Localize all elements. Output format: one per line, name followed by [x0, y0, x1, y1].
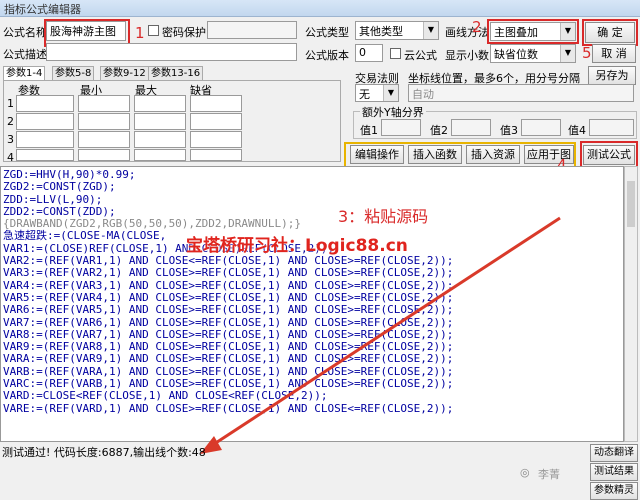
wechat-icon: ◎: [520, 466, 530, 479]
dynamic-translate-button[interactable]: 动态翻译: [590, 444, 638, 462]
status-message: 测试通过! 代码长度:6887,输出线个数:48: [2, 446, 206, 459]
test-result-button[interactable]: 测试结果: [590, 463, 638, 481]
param-wizard-button[interactable]: 参数精灵: [590, 482, 638, 500]
annotation-arrow: [200, 216, 561, 454]
wechat-watermark-label: 李菁: [538, 468, 560, 481]
